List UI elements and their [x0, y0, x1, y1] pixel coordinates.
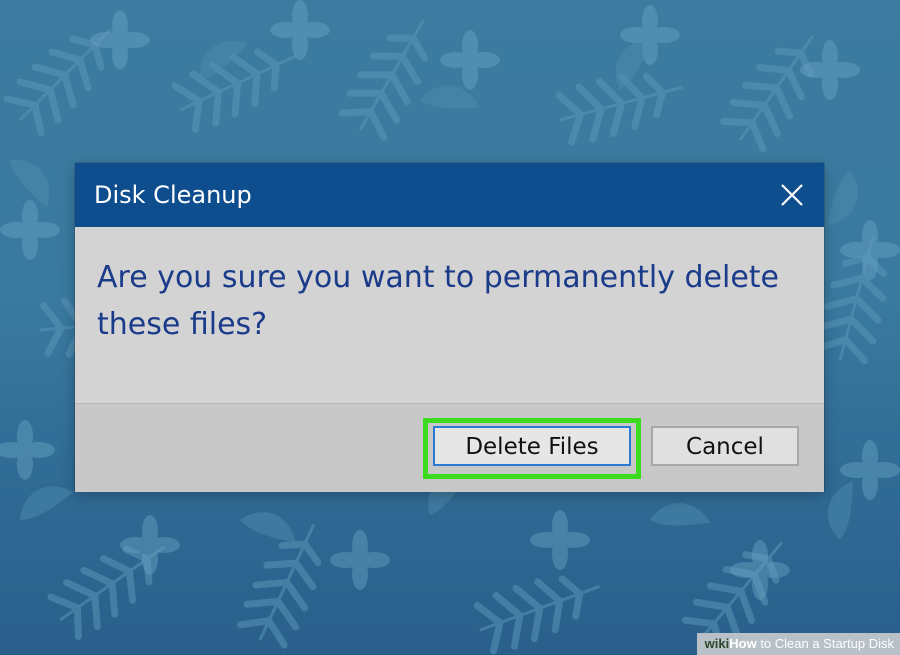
- close-button[interactable]: [774, 177, 810, 213]
- dialog-title-bar[interactable]: Disk Cleanup: [75, 163, 824, 227]
- watermark-text: to Clean a Startup Disk: [760, 636, 894, 651]
- watermark: wikiHow to Clean a Startup Disk: [696, 633, 900, 655]
- dialog-button-bar: Delete Files Cancel: [75, 403, 824, 492]
- dialog-title: Disk Cleanup: [94, 181, 252, 209]
- delete-files-button[interactable]: Delete Files: [433, 426, 631, 466]
- watermark-how: How: [729, 636, 757, 651]
- cancel-button[interactable]: Cancel: [651, 426, 799, 466]
- dialog-message-area: Are you sure you want to permanently del…: [75, 227, 824, 403]
- confirmation-message: Are you sure you want to permanently del…: [97, 260, 780, 342]
- disk-cleanup-dialog: Disk Cleanup Are you sure you want to pe…: [75, 163, 824, 492]
- close-icon: [781, 184, 803, 206]
- watermark-brand: wiki: [704, 636, 730, 651]
